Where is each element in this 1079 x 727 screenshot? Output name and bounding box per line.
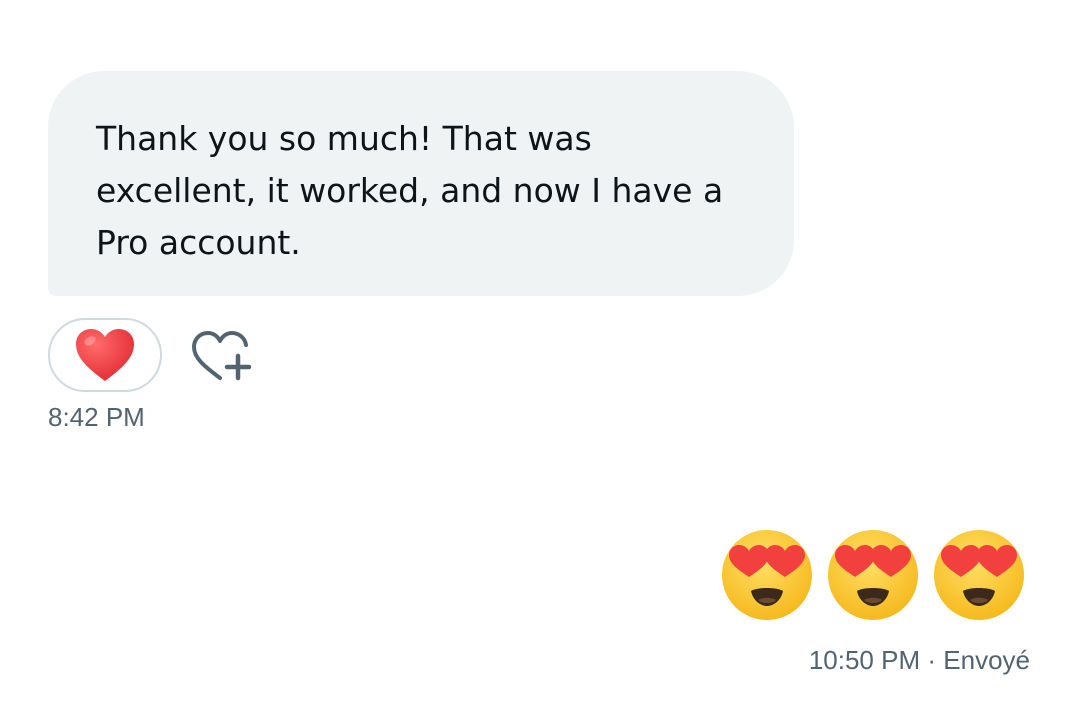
heart-plus-icon [192,331,252,381]
sent-meta: 10:50 PM · Envoyé [809,645,1030,676]
heart-eyes-emoji-icon [828,530,918,620]
heart-reaction-button[interactable] [48,318,162,392]
received-timestamp: 8:42 PM [48,402,145,432]
received-message-bubble[interactable]: Thank you so much! That was excellent, i… [48,71,794,296]
sent-message-emojis[interactable] [719,527,1027,623]
heart-eyes-emoji-icon [722,530,812,620]
message-text: Thank you so much! That was excellent, i… [96,119,724,262]
sent-timestamp: 10:50 PM [808,645,921,675]
add-reaction-button[interactable] [190,328,256,386]
heart-eyes-emoji-icon [934,530,1024,620]
sent-status: Envoyé [943,645,1030,675]
red-heart-icon [76,329,134,381]
meta-separator: · [927,645,937,675]
